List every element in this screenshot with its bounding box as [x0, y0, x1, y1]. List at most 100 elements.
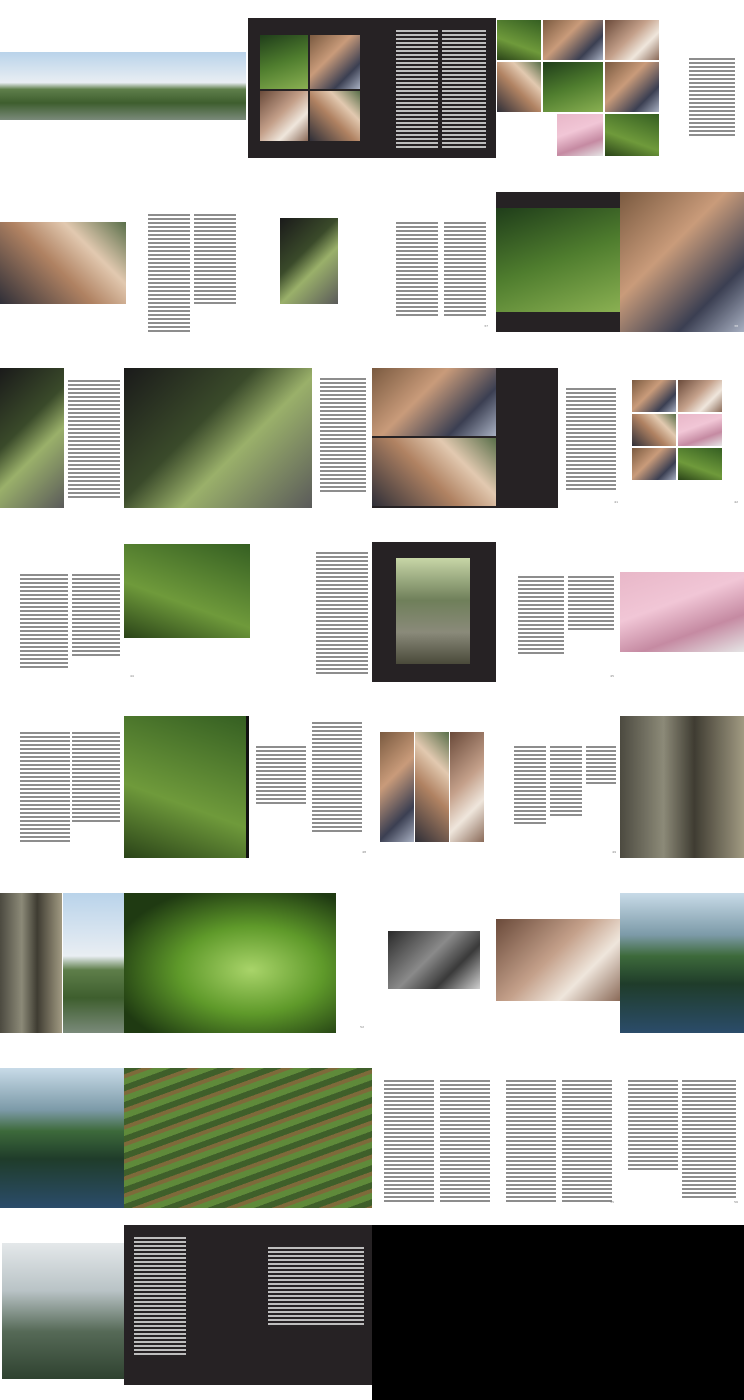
page-text-pair: 45: [516, 542, 620, 682]
text-column: [148, 214, 190, 332]
page-text-right: 41: [560, 368, 624, 508]
page-misty-mountain: [0, 1225, 124, 1385]
page-dark-collage: [248, 18, 496, 158]
photo-man-portrait: [620, 192, 744, 332]
page-bw-photo: [386, 893, 496, 1033]
spread-row-8: [0, 1225, 744, 1400]
page-text-dense-3: 56: [626, 1068, 744, 1208]
photo-d: [678, 414, 722, 446]
page-reservoir: [0, 1068, 124, 1208]
text-column: [566, 388, 616, 490]
portrait-photo: [124, 716, 246, 858]
page-number: 44: [130, 674, 134, 678]
photo-camera: [0, 368, 64, 508]
photo-4: [497, 62, 541, 112]
photo-cooking: [496, 919, 620, 1001]
page-back-cover: [372, 1225, 744, 1400]
text-column: [20, 574, 68, 668]
page-pink-portrait: [620, 542, 744, 682]
photo-bw-basket: [388, 931, 480, 989]
text-column: [518, 576, 564, 654]
photo-e: [632, 448, 676, 480]
page-number: 41: [614, 500, 618, 504]
page-triptych: [380, 716, 486, 858]
photo-3: [605, 20, 659, 60]
photo-misty-mountain: [2, 1243, 124, 1379]
photo-forest-walk: [496, 208, 620, 312]
text-column: [562, 1080, 612, 1202]
page-number: 45: [610, 674, 614, 678]
photo-1: [497, 20, 541, 60]
text-column: [586, 746, 616, 784]
spread-row-4: 44 45: [0, 542, 744, 682]
photo-leaf-snail: [124, 893, 336, 1033]
page-water-tank: [620, 716, 744, 858]
landscape-photo: [0, 52, 246, 120]
text-column: [72, 732, 120, 822]
text-column: [20, 732, 70, 842]
page-text-quote: 37: [376, 192, 494, 332]
page-text-left: [0, 716, 124, 858]
credits-column: [268, 1247, 364, 1325]
photo-a: [632, 380, 676, 412]
photo-8: [605, 114, 659, 156]
spread-row-3: 41 42: [0, 368, 744, 508]
text-column: [384, 1080, 434, 1202]
page-text-three: 49: [514, 716, 618, 858]
text-column: [682, 1080, 736, 1198]
page-number: 37: [484, 324, 488, 328]
page-text-dense-1: [382, 1068, 494, 1208]
text-column: [320, 378, 366, 492]
photo-2: [372, 438, 496, 506]
photo-b: [678, 380, 722, 412]
page-number: 49: [612, 850, 616, 854]
photo-machinery: [0, 893, 62, 1033]
film-crew-photo: [0, 222, 126, 304]
page-machinery: [0, 893, 124, 1033]
text-column: [68, 380, 120, 498]
photo-writing: [620, 572, 744, 652]
page-photo-grid: 42: [626, 368, 744, 508]
page-number: 55: [610, 1200, 614, 1204]
spread-row-5: 48 49: [0, 716, 744, 858]
page-crew-photo: [0, 192, 126, 332]
text-column: [396, 222, 438, 316]
photo-right: [450, 732, 484, 842]
text-column: [689, 58, 735, 136]
photo-forest-crew: [260, 35, 308, 89]
photo-lake: [620, 893, 744, 1033]
text-column: [442, 30, 486, 148]
photo-left: [380, 732, 414, 842]
photo-structure: [63, 893, 124, 1033]
page-dark-forest: [496, 192, 620, 332]
photo-farmers-terraces: [124, 1068, 372, 1208]
page-white-gap: 52: [336, 893, 368, 1033]
text-column: [396, 30, 438, 148]
divider: [246, 716, 249, 858]
page-collage-right: [497, 18, 744, 158]
page-leaf-snail: [124, 893, 336, 1033]
photo-set: [280, 218, 338, 304]
text-column: [194, 214, 236, 304]
text-column: [440, 1080, 490, 1202]
spread-row-7: 55 56: [0, 1068, 744, 1208]
page-credits: [124, 1225, 372, 1385]
spread-row-2: 37 38: [0, 192, 744, 332]
page-number: 52: [360, 1025, 364, 1029]
photo-c: [632, 414, 676, 446]
text-column: [316, 552, 368, 674]
page-text-spread: [128, 192, 374, 332]
text-column: [628, 1080, 678, 1170]
photo-6: [605, 62, 659, 112]
photo-children: [124, 544, 250, 638]
text-column: [568, 576, 614, 630]
page-text-dense-2: 55: [504, 1068, 616, 1208]
photo-2: [543, 20, 603, 60]
page-text-center: 48: [256, 716, 368, 858]
page-landscape-left: [0, 18, 246, 158]
photo-film-set: [124, 368, 312, 508]
photo-reservoir: [0, 1068, 124, 1208]
page-portrait-right: 38: [620, 192, 744, 332]
photo-horse-people: [310, 35, 360, 89]
photo-5: [543, 62, 603, 112]
